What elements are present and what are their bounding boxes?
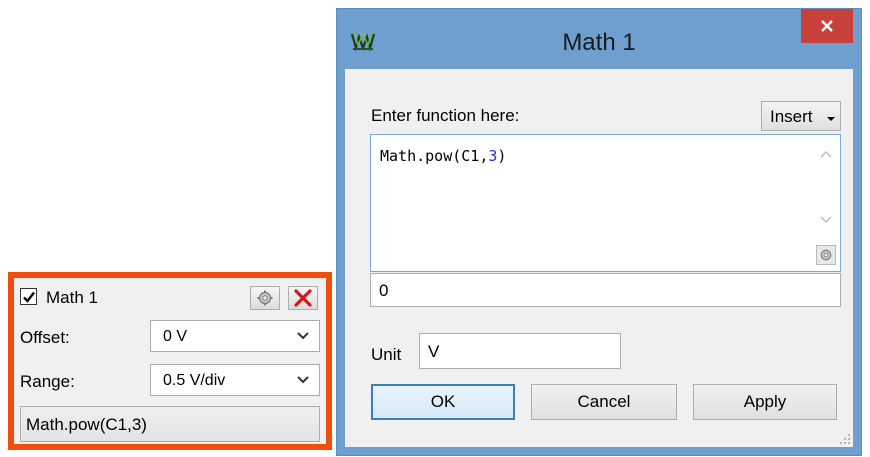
channel-enable-checkbox[interactable]	[20, 288, 37, 305]
insert-button-label: Insert	[770, 107, 813, 126]
checkbox-check-icon	[23, 291, 35, 303]
apply-button[interactable]: Apply	[693, 384, 837, 420]
ok-button[interactable]: OK	[371, 384, 515, 420]
unit-input[interactable]: V	[419, 333, 621, 369]
range-value: 0.5 V/div	[163, 372, 226, 389]
chevron-down-icon	[297, 332, 309, 340]
insert-button[interactable]: Insert	[761, 101, 841, 131]
dialog-title: Math 1	[562, 29, 636, 56]
range-select[interactable]: 0.5 V/div	[150, 364, 320, 396]
panel-remove-button[interactable]	[288, 286, 318, 310]
math-channel-panel: Math 1 Offset: 0 V Range: 0.5 V/div Math…	[8, 272, 332, 450]
offset-value: 0 V	[163, 328, 188, 345]
cancel-button[interactable]: Cancel	[531, 384, 677, 420]
function-button-label: Math.pow(C1,3)	[26, 415, 147, 434]
result-value: 0	[379, 281, 389, 300]
offset-select[interactable]: 0 V	[150, 320, 320, 352]
editor-settings-button[interactable]	[816, 245, 836, 265]
function-editor[interactable]: Math.pow(C1,3)	[370, 134, 841, 272]
function-code: Math.pow(C1,3)	[380, 147, 506, 165]
range-label: Range:	[20, 372, 75, 391]
math-dialog: Math 1 Enter function here: Insert Math.…	[336, 8, 862, 456]
unit-value: V	[428, 342, 440, 361]
panel-title: Math 1	[46, 288, 98, 307]
dialog-close-button[interactable]	[801, 9, 853, 43]
chevron-down-icon	[297, 376, 309, 384]
enter-function-label: Enter function here:	[371, 106, 520, 125]
editor-gear-icon	[820, 249, 832, 261]
offset-label: Offset:	[20, 328, 70, 347]
result-field: 0	[370, 273, 841, 307]
window-close-icon	[821, 20, 833, 32]
gear-icon	[257, 290, 273, 306]
dialog-body: Enter function here: Insert Math.pow(C1,…	[345, 69, 853, 447]
close-x-icon	[294, 289, 312, 307]
resize-grip-icon[interactable]	[839, 433, 851, 445]
editor-scrollbar[interactable]	[814, 135, 840, 271]
function-code-suffix: )	[497, 147, 507, 165]
dropdown-arrow-icon	[827, 117, 835, 121]
function-code-prefix: Math.pow(C1,	[380, 147, 489, 165]
range-row: Range: 0.5 V/div	[20, 364, 320, 398]
unit-label: Unit	[371, 345, 402, 364]
scroll-down-icon[interactable]	[819, 215, 833, 225]
scroll-up-icon[interactable]	[819, 149, 833, 159]
panel-title-row: Math 1	[20, 286, 320, 310]
function-button[interactable]: Math.pow(C1,3)	[20, 406, 320, 442]
panel-settings-button[interactable]	[250, 286, 280, 310]
dialog-titlebar[interactable]: Math 1	[337, 9, 861, 69]
offset-row: Offset: 0 V	[20, 320, 320, 354]
